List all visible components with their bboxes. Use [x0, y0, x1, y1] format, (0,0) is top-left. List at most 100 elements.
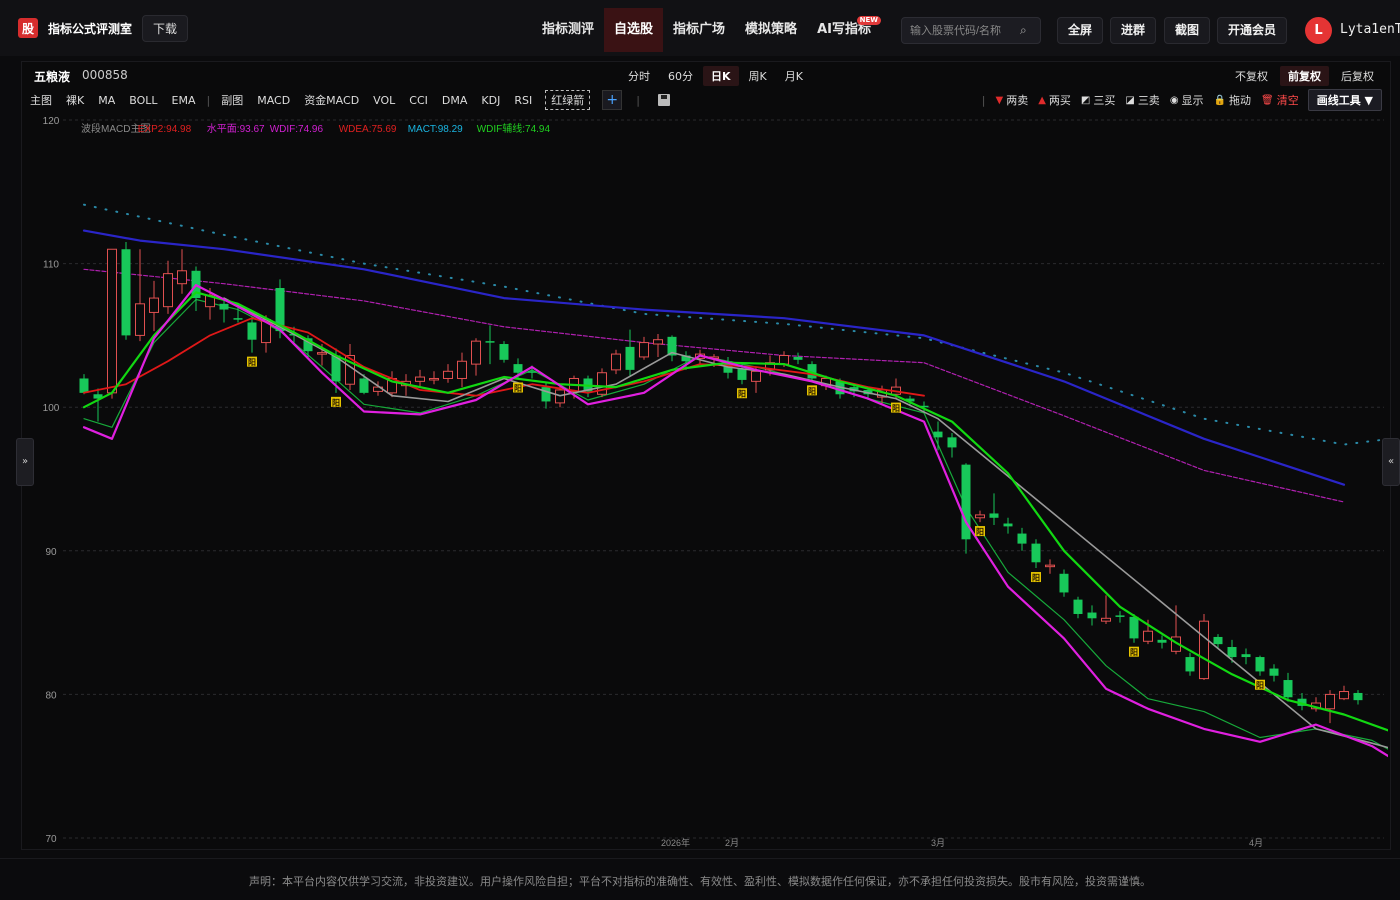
candle-body[interactable]	[639, 342, 649, 358]
candle-body[interactable]	[527, 371, 537, 373]
candle-body[interactable]	[779, 355, 789, 365]
indicator-button-8[interactable]: 资金MACD	[297, 92, 366, 108]
indicator-button-9[interactable]: VOL	[366, 94, 402, 107]
candle-body[interactable]	[1325, 693, 1335, 710]
candle-body[interactable]	[737, 368, 747, 380]
username[interactable]: Lyta1enT	[1340, 22, 1400, 37]
screenshot-button[interactable]: 截图	[1164, 17, 1211, 44]
period-tab-60min[interactable]: 60分	[660, 66, 701, 86]
candle-body[interactable]	[611, 353, 621, 371]
indicator-button-13[interactable]: RSI	[507, 94, 539, 107]
brand[interactable]: 股 指标公式评测室 下载	[18, 14, 189, 42]
candle-body[interactable]	[177, 270, 187, 285]
candle-body[interactable]	[107, 248, 117, 394]
candle-body[interactable]	[471, 340, 481, 365]
adjust-forward[interactable]: 前复权	[1280, 66, 1329, 86]
adjust-none[interactable]: 不复权	[1227, 66, 1276, 86]
candle-body[interactable]	[1213, 636, 1223, 645]
candle-body[interactable]	[1129, 616, 1139, 639]
indicator-button-11[interactable]: DMA	[435, 94, 475, 107]
red-green-arrow-button[interactable]: 红绿箭	[545, 90, 591, 110]
candle-body[interactable]	[1045, 564, 1055, 568]
indicator-button-6[interactable]: 副图	[214, 92, 250, 108]
candle-body[interactable]	[443, 370, 453, 379]
indicator-button-7[interactable]: MACD	[250, 94, 297, 107]
candle-body[interactable]	[1283, 680, 1293, 698]
candle-body[interactable]	[1157, 639, 1167, 643]
candle-body[interactable]	[499, 344, 509, 360]
candle-body[interactable]	[975, 514, 985, 519]
candle-body[interactable]	[793, 356, 803, 360]
candle-body[interactable]	[1185, 657, 1195, 672]
candle-body[interactable]	[149, 297, 159, 313]
signal-tool-6[interactable]: 🗑 清空	[1256, 92, 1304, 108]
candle-body[interactable]	[1241, 654, 1251, 658]
candle-body[interactable]	[163, 273, 173, 308]
candle-body[interactable]	[1115, 615, 1125, 617]
kline-chart[interactable]: 7080901001101202026年 2月 3月 4月波段MACD主图EXP2:9…	[21, 112, 1388, 848]
avatar[interactable]: L	[1305, 17, 1332, 44]
period-tab-week[interactable]: 周K	[741, 66, 775, 86]
candle-body[interactable]	[751, 370, 761, 382]
nav-indicator-plaza[interactable]: 指标广场	[663, 8, 735, 52]
indicator-button-2[interactable]: MA	[91, 94, 122, 107]
candle-body[interactable]	[359, 378, 369, 393]
nav-indicator-review[interactable]: 指标测评	[532, 8, 604, 52]
membership-button[interactable]: 开通会员	[1217, 17, 1288, 44]
add-indicator-button[interactable]: +	[602, 90, 623, 110]
candle-body[interactable]	[1003, 523, 1013, 527]
candle-body[interactable]	[933, 431, 943, 438]
candle-body[interactable]	[1255, 657, 1265, 672]
stock-search-input[interactable]	[910, 24, 1020, 37]
indicator-button-3[interactable]: BOLL	[122, 94, 164, 107]
candle-body[interactable]	[121, 249, 131, 336]
indicator-button-12[interactable]: KDJ	[474, 94, 507, 107]
candle-body[interactable]	[415, 376, 425, 382]
candle-body[interactable]	[1101, 617, 1111, 622]
signal-tool-3[interactable]: ◪ 三卖	[1120, 92, 1164, 108]
candle-body[interactable]	[79, 378, 89, 393]
draw-tools-button[interactable]: 画线工具 ▼	[1307, 89, 1382, 111]
candle-body[interactable]	[219, 303, 229, 310]
candle-body[interactable]	[1227, 647, 1237, 658]
candle-body[interactable]	[135, 303, 145, 336]
save-icon[interactable]	[657, 94, 670, 106]
candle-body[interactable]	[1087, 612, 1097, 619]
candle-body[interactable]	[1031, 543, 1041, 563]
candle-body[interactable]	[429, 377, 439, 381]
indicator-button-10[interactable]: CCI	[402, 94, 435, 107]
candle-body[interactable]	[1143, 630, 1153, 642]
fullscreen-button[interactable]: 全屏	[1057, 17, 1104, 44]
join-group-button[interactable]: 进群	[1110, 17, 1157, 44]
adjust-backward[interactable]: 后复权	[1333, 66, 1382, 86]
period-tab-minute[interactable]: 分时	[620, 66, 658, 86]
candle-body[interactable]	[1073, 599, 1083, 614]
candle-body[interactable]	[625, 346, 635, 370]
signal-tool-5[interactable]: 🔒 拖动	[1209, 92, 1256, 108]
indicator-button-4[interactable]: EMA	[165, 94, 203, 107]
candle-body[interactable]	[1199, 620, 1209, 680]
candle-body[interactable]	[1059, 573, 1069, 593]
candle-body[interactable]	[989, 513, 999, 518]
signal-tool-0[interactable]: ▼ 两卖	[991, 92, 1034, 108]
signal-tool-1[interactable]: ▲ 两买	[1033, 92, 1076, 108]
candle-body[interactable]	[1339, 691, 1349, 700]
nav-ai-indicator[interactable]: AI写指标 NEW	[807, 8, 881, 52]
candle-body[interactable]	[947, 437, 957, 448]
candle-body[interactable]	[317, 352, 327, 355]
indicator-button-1[interactable]: 裸K	[59, 92, 91, 108]
signal-tool-4[interactable]: ◉ 显示	[1165, 92, 1209, 108]
candle-body[interactable]	[1017, 533, 1027, 544]
candle-body[interactable]	[247, 322, 257, 340]
candle-body[interactable]	[541, 387, 551, 402]
nav-watchlist[interactable]: 自选股	[604, 8, 664, 52]
signal-tool-2[interactable]: ◩ 三买	[1076, 92, 1120, 108]
candle-body[interactable]	[233, 318, 243, 320]
candle-body[interactable]	[1269, 668, 1279, 676]
candle-body[interactable]	[457, 360, 467, 379]
indicator-button-0[interactable]: 主图	[23, 92, 59, 108]
period-tab-month[interactable]: 月K	[777, 66, 811, 86]
period-tab-day[interactable]: 日K	[703, 66, 739, 86]
search-box[interactable]: ⌕	[901, 17, 1041, 44]
nav-sim-strategy[interactable]: 模拟策略	[735, 8, 807, 52]
